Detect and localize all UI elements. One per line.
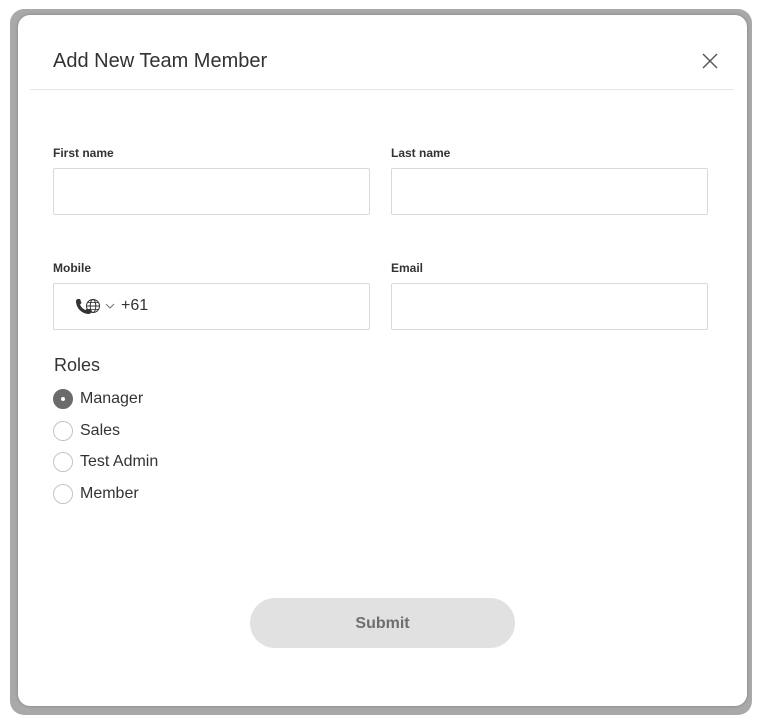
close-button[interactable] [701, 52, 719, 70]
email-input[interactable] [391, 283, 708, 330]
role-label: Test Admin [80, 453, 159, 470]
submit-button[interactable]: Submit [250, 598, 515, 648]
phone-globe-icon [76, 299, 100, 314]
role-label: Manager [80, 390, 144, 407]
country-selector[interactable] [73, 297, 103, 317]
dialog-title: Add New Team Member [53, 50, 268, 72]
country-code: +61 [121, 297, 149, 314]
add-team-member-dialog: Add New Team Member First name Last name… [18, 15, 747, 706]
dialog-header: Add New Team Member [30, 15, 734, 90]
last-name-input[interactable] [391, 168, 708, 215]
chevron-down-icon[interactable] [105, 302, 115, 310]
radio-checked[interactable] [53, 389, 73, 409]
first-name-input[interactable] [53, 168, 370, 215]
role-label: Sales [80, 422, 121, 439]
roles-heading: Roles [54, 355, 101, 375]
first-name-label: First name [53, 146, 114, 160]
radio-unchecked[interactable] [53, 484, 73, 504]
email-label: Email [391, 261, 424, 275]
mobile-label: Mobile [53, 261, 91, 275]
radio-unchecked[interactable] [53, 452, 73, 472]
role-label: Member [80, 485, 139, 502]
close-icon [702, 53, 718, 69]
radio-unchecked[interactable] [53, 421, 73, 441]
last-name-label: Last name [391, 146, 451, 160]
mobile-input[interactable]: +61 [53, 283, 370, 330]
